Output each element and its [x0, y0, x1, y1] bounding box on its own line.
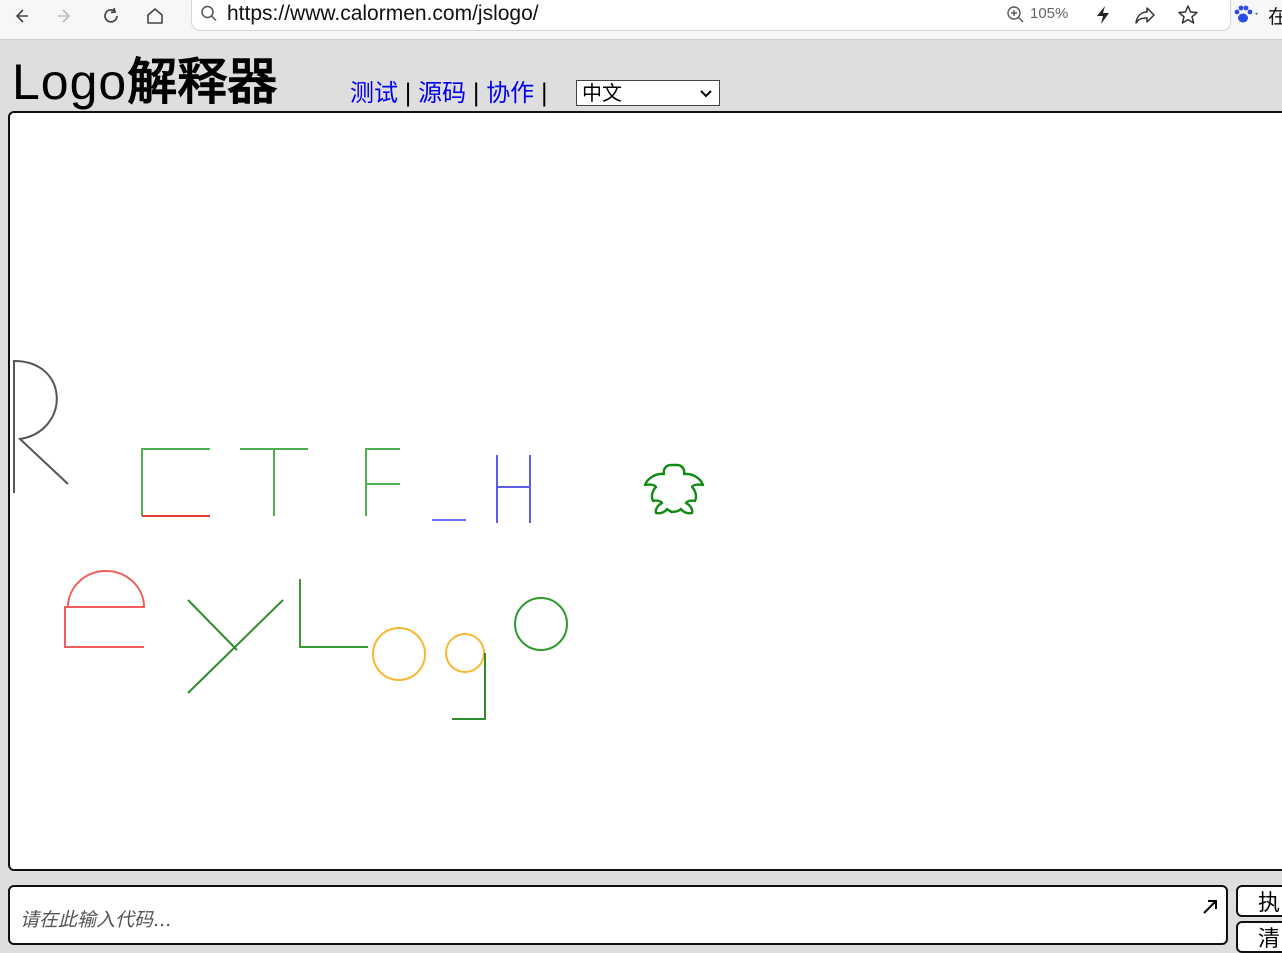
forward-icon[interactable] [50, 2, 80, 30]
run-button[interactable]: 执 [1236, 885, 1282, 917]
link-collaborate[interactable]: 协作 [486, 79, 534, 107]
turtle-drawing [13, 359, 705, 720]
star-icon[interactable] [1175, 2, 1201, 28]
drawn-letter-c [141, 448, 210, 517]
address-bar[interactable]: https://www.calormen.com/jslogo/ 105% [191, 0, 1231, 31]
link-separator: | [404, 79, 413, 107]
drawn-letter-g [445, 633, 486, 720]
toolbar-overflow-text[interactable]: 在 [1268, 2, 1282, 29]
drawn-letter-l [299, 579, 368, 648]
back-icon[interactable] [6, 2, 36, 30]
drawn-letter-y [187, 599, 284, 694]
drawn-letter-t [240, 448, 308, 516]
drawn-letter-h [496, 455, 531, 523]
header-links: 测试 | 源码 | 协作 | [350, 77, 554, 109]
url-text[interactable]: https://www.calormen.com/jslogo/ [227, 2, 539, 26]
page-title-suffix: 解释器 [127, 53, 278, 111]
drawn-letter-r [13, 359, 69, 493]
zoom-icon[interactable] [1006, 5, 1026, 29]
drawn-letter-o-small [514, 597, 568, 651]
page-title: Logo解释器 [12, 52, 277, 112]
chevron-down-icon [699, 82, 713, 109]
code-input[interactable]: 请在此输入代码... [8, 885, 1228, 945]
page-title-logo: Logo [12, 54, 128, 110]
link-separator: | [472, 79, 481, 107]
drawn-letter-e [64, 570, 146, 648]
turtle-canvas[interactable] [8, 111, 1282, 871]
home-icon[interactable] [140, 2, 170, 30]
paw-icon[interactable] [1230, 2, 1264, 28]
lightning-icon[interactable] [1090, 2, 1116, 28]
search-icon [200, 4, 218, 28]
browser-toolbar: https://www.calormen.com/jslogo/ 105% 在 [0, 0, 1282, 40]
link-source[interactable]: 源码 [418, 79, 466, 107]
link-separator: | [540, 79, 549, 107]
zoom-level[interactable]: 105% [1030, 5, 1068, 22]
reload-icon[interactable] [96, 2, 126, 30]
drawn-letter-f [365, 448, 400, 516]
turtle-icon [643, 463, 705, 515]
clear-button[interactable]: 清 [1236, 921, 1282, 953]
language-select-value: 中文 [582, 81, 622, 105]
expand-icon[interactable] [1200, 897, 1220, 923]
share-icon[interactable] [1132, 2, 1158, 28]
code-input-placeholder: 请在此输入代码... [20, 909, 172, 931]
link-test[interactable]: 测试 [350, 79, 398, 107]
drawn-letter-o [372, 627, 426, 681]
language-select[interactable]: 中文 [576, 80, 720, 106]
